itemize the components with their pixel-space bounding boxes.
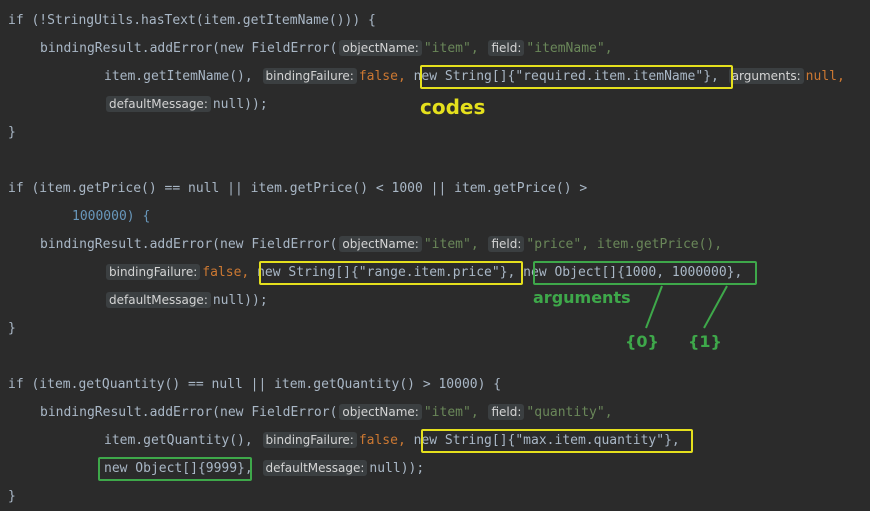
pointer-line-0 — [645, 285, 663, 329]
pointer-line-1 — [703, 285, 728, 329]
annotation-pointer-lines — [645, 285, 728, 329]
